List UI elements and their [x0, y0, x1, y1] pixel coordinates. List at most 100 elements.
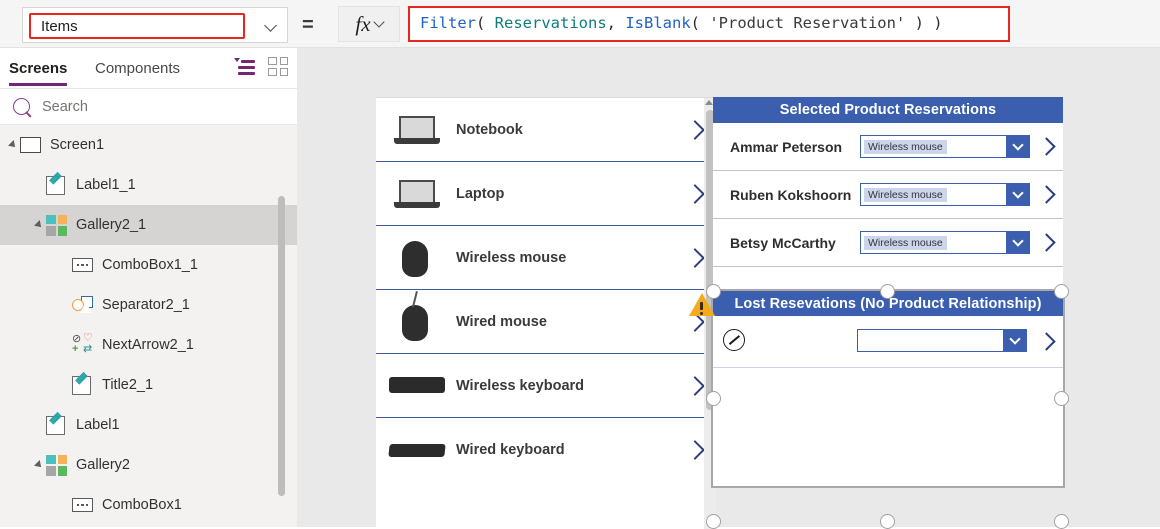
- lost-reservation-combobox[interactable]: [857, 329, 1027, 352]
- chevron-expand-icon[interactable]: [34, 460, 44, 470]
- tree-item-separator2_1[interactable]: Separator2_1: [0, 285, 297, 325]
- tab-components[interactable]: Components: [95, 48, 180, 88]
- separator-icon: [72, 294, 94, 316]
- tree-item-title2_1[interactable]: Title2_1: [0, 365, 297, 405]
- reservation-row[interactable]: Ammar Peterson Wireless mouse: [713, 123, 1063, 171]
- tree-item-label: Gallery2: [76, 457, 130, 473]
- app-canvas: Notebook Laptop Wireless mouse Wired mouse W…: [297, 48, 1160, 529]
- resize-handle-top-center[interactable]: [880, 284, 895, 299]
- product-name: Notebook: [456, 121, 523, 138]
- formula-token: ) ): [905, 14, 943, 33]
- next-arrow-icon[interactable]: [685, 375, 705, 396]
- tree-item-screen1[interactable]: Screen1: [0, 125, 297, 165]
- product-list-gallery[interactable]: Notebook Laptop Wireless mouse Wired mouse W…: [376, 97, 716, 529]
- selected-reservations-header: Selected Product Reservations: [713, 97, 1063, 123]
- product-name: Wireless keyboard: [456, 377, 585, 394]
- tree-item-label1_1[interactable]: Label1_1: [0, 165, 297, 205]
- grid-view-icon[interactable]: [268, 57, 288, 76]
- next-arrow-icon[interactable]: [685, 247, 705, 268]
- view-mode-buttons: [233, 57, 288, 76]
- resize-handle-top-left[interactable]: [706, 284, 721, 299]
- tab-screens-label: Screens: [9, 59, 68, 77]
- reservation-combobox[interactable]: Wireless mouse: [860, 183, 1030, 206]
- tree-item-label: Title2_1: [102, 377, 154, 393]
- product-rows: Notebook Laptop Wireless mouse Wired mouse W…: [376, 98, 716, 482]
- reservation-row[interactable]: Betsy McCarthy Wireless mouse: [713, 219, 1063, 267]
- chevron-down-icon: [1011, 235, 1024, 247]
- reservation-row[interactable]: Ruben Kokshoorn Wireless mouse: [713, 171, 1063, 219]
- tree-item-gallery2[interactable]: Gallery2: [0, 445, 297, 485]
- lost-reservations-gallery[interactable]: Lost Resevations (No Product Relationshi…: [711, 289, 1065, 488]
- combobox-icon: [72, 494, 94, 516]
- next-arrow-icon[interactable]: [1037, 232, 1056, 252]
- tree-item-label: Label1: [76, 417, 120, 433]
- tree-item-label: ComboBox1: [102, 497, 182, 513]
- product-name: Wired mouse: [456, 313, 547, 330]
- chevron-down-icon: [372, 16, 385, 28]
- chevron-down-icon: [1011, 187, 1024, 199]
- scroll-up-icon[interactable]: [705, 100, 713, 105]
- tree-item-gallery2_1[interactable]: Gallery2_1: [0, 205, 297, 245]
- property-selector-value: Items: [41, 17, 78, 35]
- keyboard-image: [386, 364, 448, 408]
- nextarrow-icon: ⊘ ♡ + ⇄: [72, 332, 93, 355]
- tree-item-combobox1_1[interactable]: ComboBox1_1: [0, 245, 297, 285]
- product-row[interactable]: Laptop: [376, 162, 716, 226]
- tree-item-label: ComboBox1_1: [102, 257, 198, 273]
- label-icon: [46, 174, 68, 196]
- resize-handle-middle-left[interactable]: [706, 391, 721, 406]
- product-row[interactable]: Wireless mouse: [376, 226, 716, 290]
- formula-token: ,: [606, 14, 626, 33]
- chevron-expand-icon[interactable]: [8, 140, 18, 150]
- tree-item-combobox1[interactable]: ComboBox1: [0, 485, 297, 525]
- chevron-expand-icon[interactable]: [34, 220, 44, 230]
- combobox-dropdown-button[interactable]: [1006, 232, 1029, 253]
- property-selector-dropdown[interactable]: [264, 8, 277, 42]
- next-arrow-icon[interactable]: [1037, 136, 1056, 156]
- tree-scrollbar-thumb[interactable]: [278, 196, 285, 496]
- product-row[interactable]: Wireless keyboard: [376, 354, 716, 418]
- fx-button[interactable]: fx: [338, 6, 400, 42]
- chevron-down-icon: [1008, 333, 1021, 345]
- combobox-chip: Wireless mouse: [864, 235, 947, 250]
- mouse-image: [386, 236, 448, 280]
- formula-toolbar: Items = fx Filter( Reservations, IsBlank…: [0, 0, 1160, 48]
- formula-token: 'Product Reservation': [709, 14, 906, 33]
- formula-text: Filter( Reservations, IsBlank( 'Product …: [420, 16, 943, 32]
- tree-item-label1[interactable]: Label1: [0, 405, 297, 445]
- product-row[interactable]: Wired mouse: [376, 290, 716, 354]
- combobox-dropdown-button[interactable]: [1003, 330, 1026, 351]
- chevron-down-icon: [264, 18, 277, 32]
- label-icon: [46, 414, 68, 436]
- tree-view-icon[interactable]: [233, 57, 255, 76]
- tab-screens[interactable]: Screens: [9, 48, 68, 88]
- gallery-icon: [46, 454, 68, 476]
- next-arrow-icon[interactable]: [1037, 331, 1056, 351]
- search-input[interactable]: Search: [0, 89, 297, 125]
- lost-reservations-row[interactable]: [713, 316, 1063, 368]
- resize-handle-top-right[interactable]: [1054, 284, 1069, 299]
- reservation-combobox[interactable]: Wireless mouse: [860, 135, 1030, 158]
- selected-reservations-gallery[interactable]: Selected Product Reservations Ammar Pete…: [713, 97, 1063, 291]
- edit-pencil-icon[interactable]: [723, 329, 745, 351]
- reservation-combobox[interactable]: Wireless mouse: [860, 231, 1030, 254]
- property-selector[interactable]: Items: [22, 7, 288, 43]
- product-row[interactable]: Notebook: [376, 98, 716, 162]
- resize-handle-middle-right[interactable]: [1054, 391, 1069, 406]
- laptop-image: [386, 108, 448, 152]
- combobox-dropdown-button[interactable]: [1006, 184, 1029, 205]
- combobox-chip: Wireless mouse: [864, 139, 947, 154]
- combobox-chip: Wireless mouse: [864, 187, 947, 202]
- next-arrow-icon[interactable]: [685, 183, 705, 204]
- property-selector-field[interactable]: Items: [29, 13, 245, 39]
- tree-scrollbar-track[interactable]: [278, 118, 292, 520]
- next-arrow-icon[interactable]: [1037, 184, 1056, 204]
- next-arrow-icon[interactable]: [685, 119, 705, 140]
- combobox-dropdown-button[interactable]: [1006, 136, 1029, 157]
- tree-item-label: NextArrow2_1: [102, 337, 194, 353]
- formula-input[interactable]: Filter( Reservations, IsBlank( 'Product …: [408, 6, 1010, 42]
- tree-item-nextarrow2_1[interactable]: ⊘ ♡ + ⇄ NextArrow2_1: [0, 325, 297, 365]
- next-arrow-icon[interactable]: [685, 440, 705, 460]
- tree-item-label: Separator2_1: [102, 297, 190, 313]
- product-row[interactable]: Wired keyboard: [376, 418, 716, 482]
